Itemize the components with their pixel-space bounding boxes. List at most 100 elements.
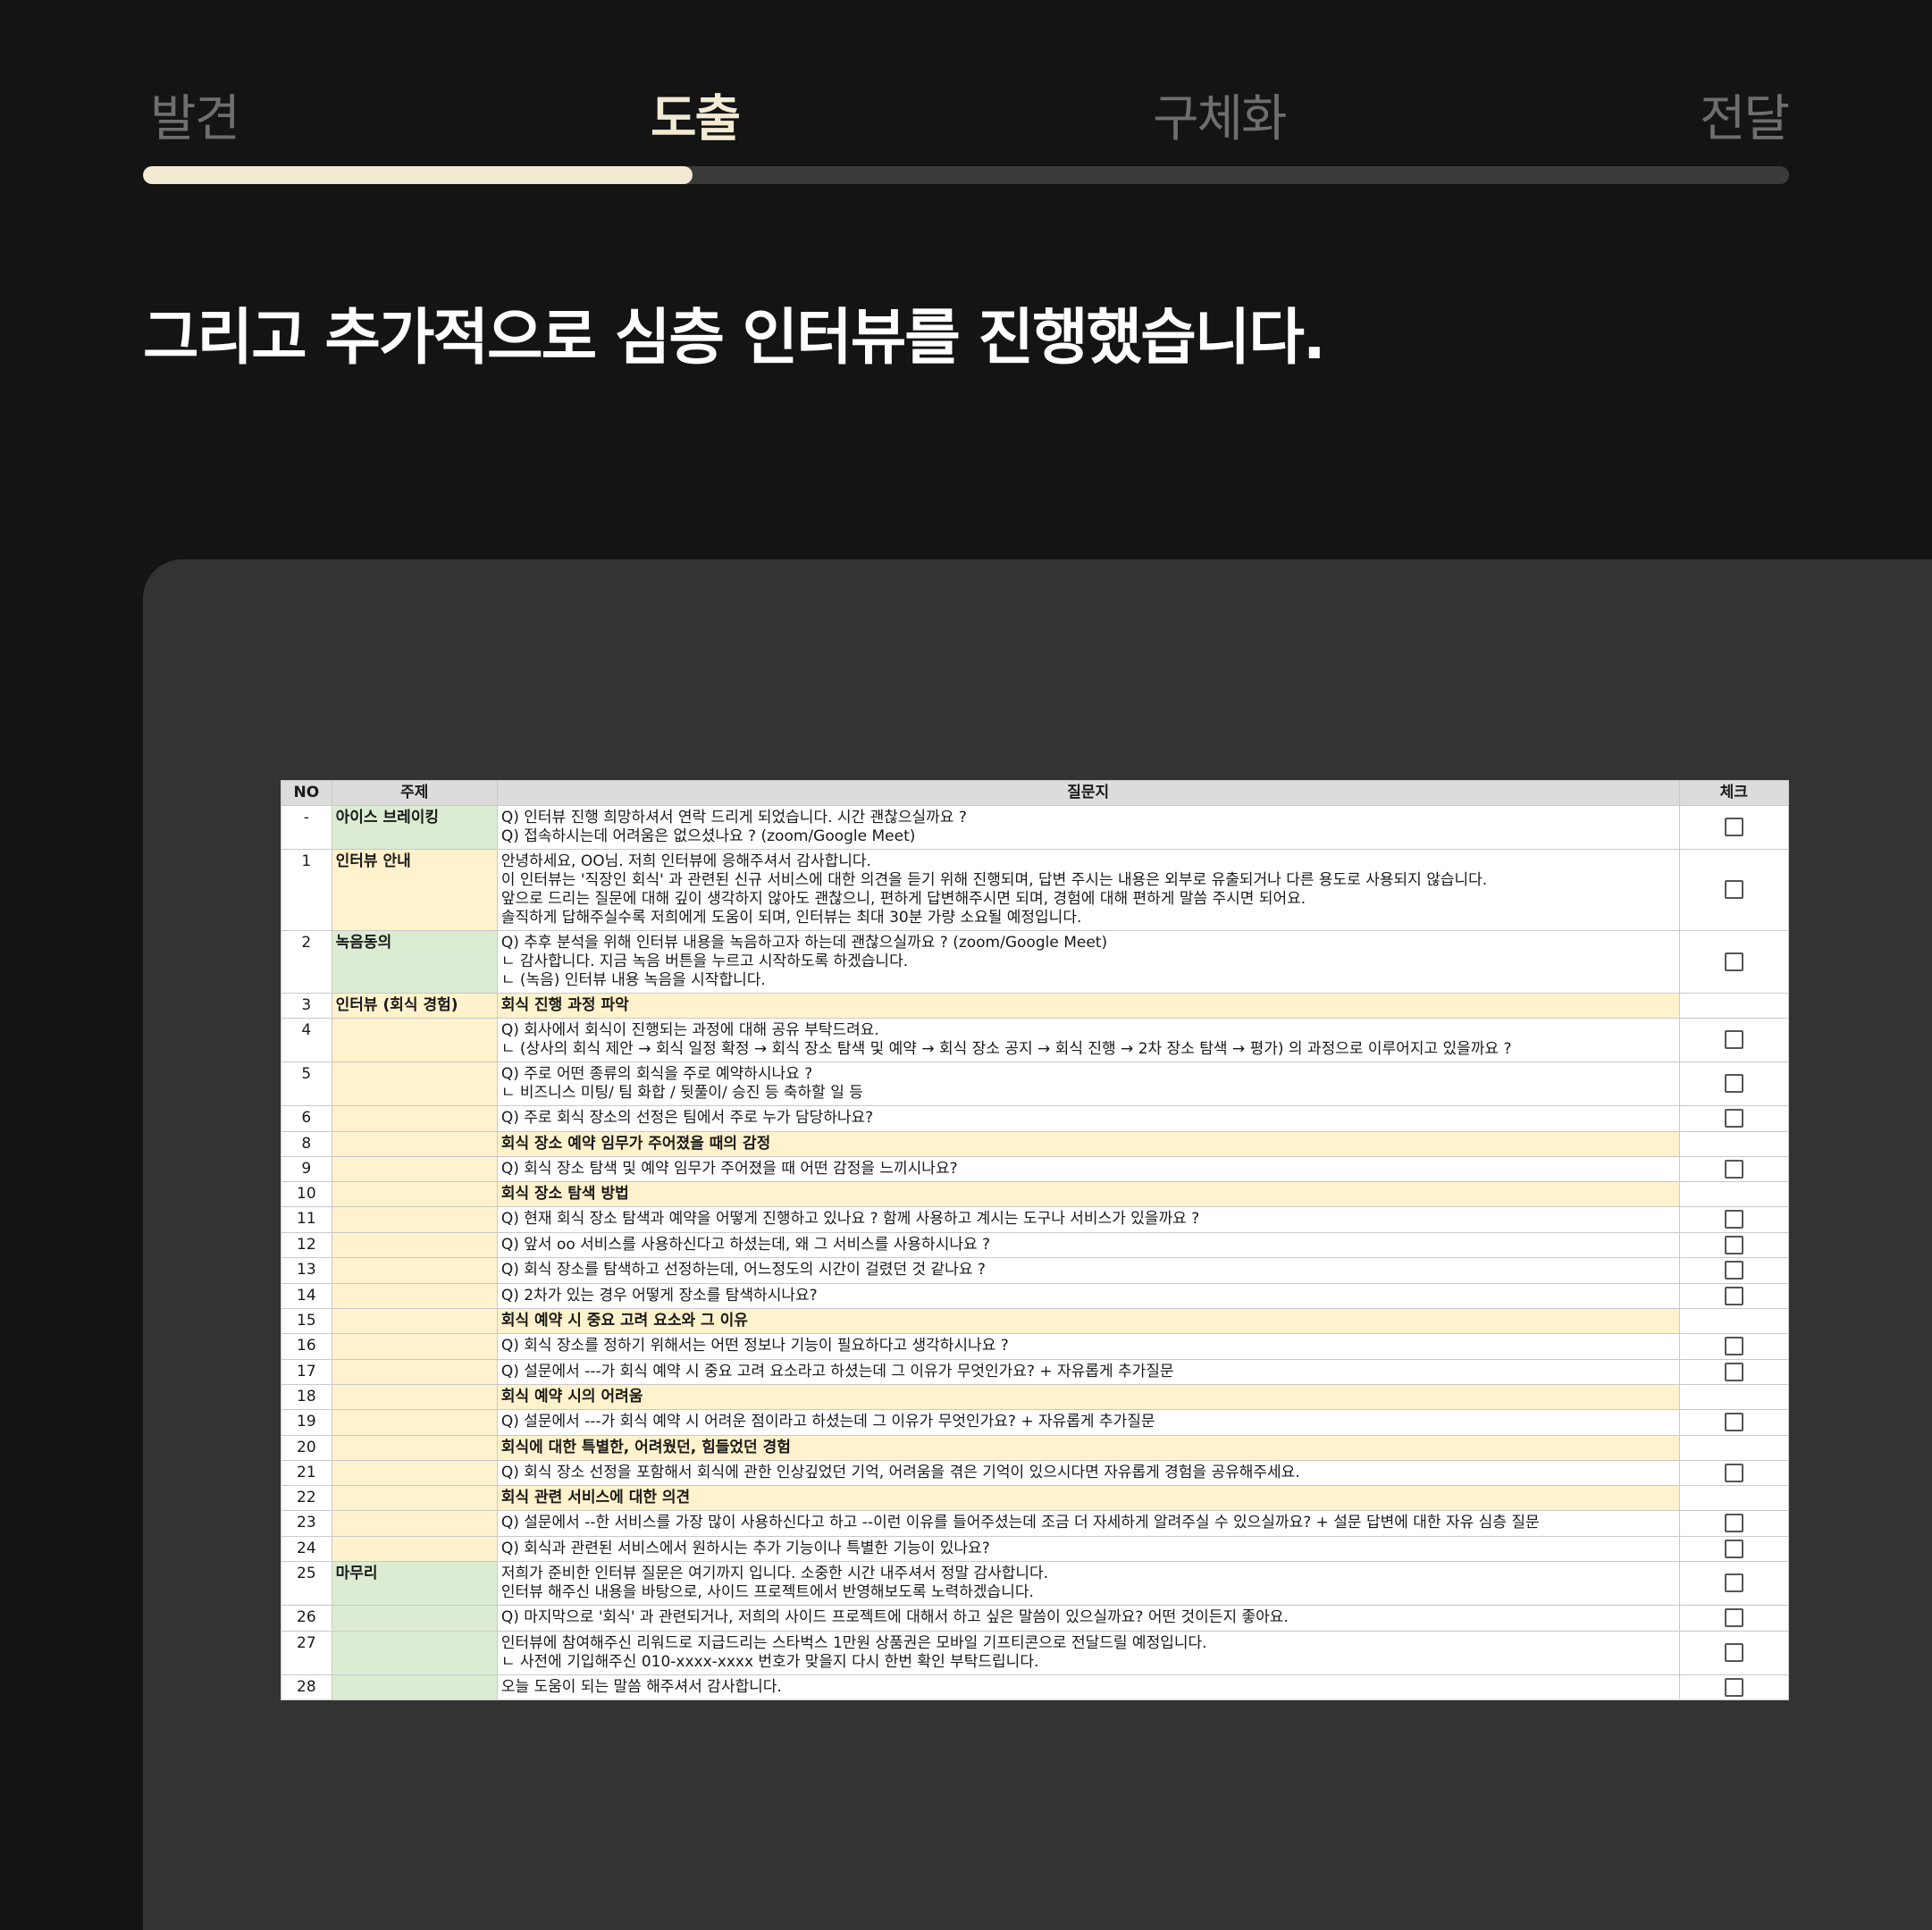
row-topic: [331, 1018, 498, 1062]
checkbox[interactable]: [1724, 1514, 1743, 1532]
row-check-cell: [1678, 1282, 1790, 1309]
section-title: 회식 예약 시 중요 고려 요소와 그 이유: [496, 1308, 1680, 1334]
question-text: Q) 추후 분석을 위해 인터뷰 내용을 녹음하고자 하는데 괜찮으실까요 ? …: [496, 930, 1680, 994]
table-row: 4 Q) 회사에서 회식이 진행되는 과정에 대해 공유 부탁드려요. ㄴ (상사의…: [281, 1018, 1790, 1062]
row-number: 12: [281, 1231, 332, 1258]
question-line: ㄴ 비즈니스 미팅/ 팀 화합 / 뒷풀이/ 승진 등 축하할 일 등: [500, 1084, 863, 1102]
row-topic: [331, 1384, 498, 1410]
table-row: 9 Q) 회식 장소 탐색 및 예약 임무가 주어졌을 때 어떤 감정을 느끼시나…: [281, 1155, 1790, 1182]
row-number: 1: [281, 849, 332, 931]
row-topic: [331, 1333, 498, 1360]
header-questions: 질문지: [496, 780, 1680, 806]
row-topic: [331, 1510, 498, 1537]
row-check-cell: [1678, 1535, 1790, 1562]
row-check-cell: [1678, 1674, 1790, 1700]
checkbox[interactable]: [1724, 1337, 1743, 1355]
checkbox[interactable]: [1724, 952, 1743, 971]
row-check-cell: [1678, 1062, 1790, 1106]
question-line: Q) 인터뷰 진행 희망하셔서 연락 드리게 되었습니다. 시간 괜찮으실까요 …: [500, 809, 967, 827]
row-number: 13: [281, 1257, 332, 1284]
question-line: Q) 회식 장소를 정하기 위해서는 어떤 정보나 기능이 필요하다고 생각하시…: [500, 1337, 1009, 1355]
question-text: Q) 주로 회식 장소의 선정은 팀에서 주로 누가 담당하나요?: [496, 1105, 1680, 1132]
question-line: Q) 설문에서 ---가 회식 예약 시 어려운 점이라고 하셨는데 그 이유가…: [500, 1413, 1155, 1431]
row-check-cell: [1678, 1257, 1790, 1284]
checkbox[interactable]: [1724, 1030, 1743, 1050]
question-text: Q) 회식과 관련된 서비스에서 원하시는 추가 기능이나 특별한 기능이 있나…: [496, 1535, 1680, 1562]
row-topic: [331, 1257, 498, 1284]
row-topic: [331, 1105, 498, 1132]
row-topic: [331, 1605, 498, 1632]
checkbox[interactable]: [1724, 1413, 1743, 1431]
row-check-cell: [1678, 1155, 1790, 1182]
table-row: 17 Q) 설문에서 ---가 회식 예약 시 중요 고려 요소라고 하셨는데 그…: [281, 1358, 1790, 1385]
checkbox[interactable]: [1724, 1573, 1743, 1593]
question-text: Q) 회사에서 회식이 진행되는 과정에 대해 공유 부탁드려요. ㄴ (상사의 …: [496, 1018, 1680, 1062]
header-no: NO: [281, 780, 332, 806]
row-topic: 아이스 브레이킹: [331, 805, 498, 850]
row-topic: [331, 1130, 498, 1157]
table-row: 21 Q) 회식 장소 선정을 포함해서 회식에 관한 인상깊었던 기억, 어려움…: [281, 1459, 1790, 1486]
row-number: 18: [281, 1384, 332, 1410]
row-number: 25: [281, 1561, 332, 1606]
row-number: -: [281, 805, 332, 850]
checkbox[interactable]: [1724, 1235, 1743, 1254]
question-line: Q) 주로 어떤 종류의 회식을 주로 예약하시나요 ?: [500, 1065, 813, 1083]
checkbox[interactable]: [1724, 1261, 1743, 1280]
row-check-cell: [1678, 1130, 1790, 1157]
question-line: ㄴ 사전에 기입해주신 010-xxxx-xxxx 번호가 맞을지 다시 한번 …: [500, 1652, 1039, 1671]
row-topic: [331, 1062, 498, 1106]
question-text: 안녕하세요, OO님. 저희 인터뷰에 응해주셔서 감사합니다. 이 인터뷰는 '…: [496, 849, 1680, 931]
checkbox[interactable]: [1724, 1109, 1743, 1128]
question-text: 저희가 준비한 인터뷰 질문은 여기까지 입니다. 소중한 시간 내주셔서 정말…: [496, 1561, 1680, 1606]
row-number: 22: [281, 1485, 332, 1511]
checkbox[interactable]: [1724, 1286, 1743, 1305]
row-topic: 녹음동의: [331, 930, 498, 994]
table-row: 14 Q) 2차가 있는 경우 어떻게 장소를 탐색하시나요?: [281, 1282, 1790, 1309]
row-number: 21: [281, 1459, 332, 1486]
checkbox[interactable]: [1724, 1159, 1743, 1179]
row-topic: [331, 1434, 498, 1461]
checkbox[interactable]: [1724, 880, 1743, 900]
row-number: 20: [281, 1434, 332, 1461]
table-row: 6 Q) 주로 회식 장소의 선정은 팀에서 주로 누가 담당하나요?: [281, 1105, 1790, 1132]
checkbox[interactable]: [1724, 1362, 1743, 1381]
row-number: 9: [281, 1155, 332, 1182]
row-check-cell: [1678, 1485, 1790, 1511]
row-check-cell: [1678, 1384, 1790, 1410]
question-text: Q) 앞서 oo 서비스를 사용하신다고 하셨는데, 왜 그 서비스를 사용하시…: [496, 1231, 1680, 1258]
row-number: 4: [281, 1018, 332, 1062]
question-text: 오늘 도움이 되는 말씀 해주셔서 감사합니다.: [496, 1674, 1680, 1700]
question-line: ㄴ (녹음) 인터뷰 내용 녹음을 시작합니다.: [500, 971, 766, 989]
question-line: 이 인터뷰는 '직장인 회식' 과 관련된 신규 서비스에 대한 의견을 듣기 …: [500, 871, 1488, 889]
table-row: 11 Q) 현재 회식 장소 탐색과 예약을 어떻게 진행하고 있나요 ? 함께 …: [281, 1206, 1790, 1233]
question-line: Q) 설문에서 --한 서비스를 가장 많이 사용하신다고 하고 --이런 이유…: [500, 1514, 1540, 1531]
question-line: Q) 회식 장소를 탐색하고 선정하는데, 어느정도의 시간이 걸렸던 것 같나…: [500, 1261, 986, 1279]
checkbox[interactable]: [1724, 1463, 1743, 1482]
table-row: 16 Q) 회식 장소를 정하기 위해서는 어떤 정보나 기능이 필요하다고 생각…: [281, 1333, 1790, 1360]
row-check-cell: [1678, 1105, 1790, 1132]
section-title: 회식 예약 시의 어려움: [496, 1384, 1680, 1410]
question-line: Q) 현재 회식 장소 탐색과 예약을 어떻게 진행하고 있나요 ? 함께 사용…: [500, 1210, 1200, 1228]
section-title: 회식에 대한 특별한, 어려웠던, 힘들었던 경험: [496, 1434, 1680, 1461]
checkbox[interactable]: [1724, 1210, 1743, 1229]
table-body: - 아이스 브레이킹 Q) 인터뷰 진행 희망하셔서 연락 드리게 되었습니다. 시…: [281, 805, 1790, 1700]
question-line: Q) 주로 회식 장소의 선정은 팀에서 주로 누가 담당하나요?: [500, 1109, 874, 1127]
row-number: 6: [281, 1105, 332, 1132]
row-number: 15: [281, 1308, 332, 1334]
checkbox[interactable]: [1724, 1642, 1743, 1662]
question-line: 회식 장소 탐색 방법: [500, 1185, 629, 1203]
checkbox[interactable]: [1724, 1677, 1743, 1697]
checkbox[interactable]: [1724, 1074, 1743, 1094]
table-row: 5 Q) 주로 어떤 종류의 회식을 주로 예약하시나요 ? ㄴ 비즈니스 미팅/ …: [281, 1062, 1790, 1106]
table-row: 2 녹음동의 Q) 추후 분석을 위해 인터뷰 내용을 녹음하고자 하는데 괜찮으실…: [281, 930, 1790, 994]
row-check-cell: [1678, 1308, 1790, 1334]
section-title: 회식 장소 탐색 방법: [496, 1181, 1680, 1207]
row-check-cell: [1678, 849, 1790, 931]
checkbox[interactable]: [1724, 1608, 1743, 1627]
row-number: 26: [281, 1605, 332, 1632]
checkbox[interactable]: [1724, 1539, 1743, 1558]
row-check-cell: [1678, 1409, 1790, 1436]
checkbox[interactable]: [1724, 818, 1743, 837]
row-topic: [331, 1630, 498, 1675]
progress-bar: [143, 166, 1789, 184]
